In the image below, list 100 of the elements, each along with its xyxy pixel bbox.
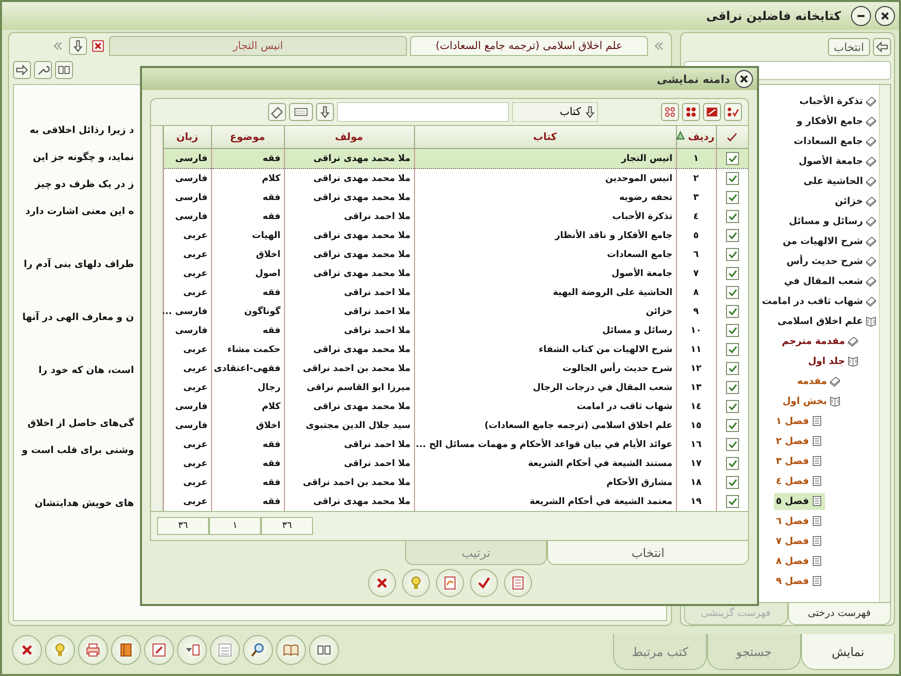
toolbar-button[interactable]: [144, 635, 174, 665]
down-button[interactable]: [316, 103, 334, 121]
table-row[interactable]: ١٥ علم اخلاق اسلامی (ترجمه جامع السعادات) سید جلال الدین مجتبوی اخلاق فارسی: [163, 416, 748, 435]
checkbox[interactable]: [726, 210, 739, 223]
checkbox[interactable]: [726, 362, 739, 375]
checkbox[interactable]: [726, 172, 739, 185]
tree-item[interactable]: فصل ٧: [774, 532, 825, 550]
forward-button[interactable]: [13, 61, 31, 79]
table-row[interactable]: ٤ تذکرة الأحباب ملا احمد نراقی فقه فارسی: [163, 207, 748, 226]
column-header[interactable]: ردیف: [676, 126, 716, 148]
columns-button[interactable]: [55, 61, 73, 79]
tree-item[interactable]: جامع الأفکار و: [794, 112, 879, 130]
checkbox[interactable]: [726, 191, 739, 204]
table-row[interactable]: ١٢ شرح حدیث رأس الجالوت ملا محمد بن احمد نراقی فقهی-اعتقادی عربی: [163, 359, 748, 378]
checkbox[interactable]: [726, 305, 739, 318]
checkbox[interactable]: [726, 324, 739, 337]
scrollbar[interactable]: [151, 126, 163, 511]
select-all-button[interactable]: [682, 103, 700, 121]
dialog-button[interactable]: [470, 569, 498, 597]
checkbox[interactable]: [726, 343, 739, 356]
clear-button[interactable]: [268, 103, 286, 121]
table-row[interactable]: ١٦ عوائد الأیام في بیان قواعد الأحکام و مهمات مسائل الح ... ملا احمد نراقی فقه عربی: [163, 435, 748, 454]
close-button[interactable]: [735, 70, 753, 88]
table-row[interactable]: ١٣ شعب المقال في درجات الرجال میرزا ابو القاسم نراقی رجال عربی: [163, 378, 748, 397]
close-button[interactable]: [875, 6, 895, 26]
tab[interactable]: فهرست درختی: [788, 603, 891, 625]
checkbox[interactable]: [726, 229, 739, 242]
tree-item[interactable]: جامع السعادات: [792, 132, 879, 150]
table-row[interactable]: ١٤ شهاب ثاقب در امامت ملا محمد مهدی نراقی کلام فارسی: [163, 397, 748, 416]
column-header[interactable]: [716, 126, 748, 148]
invert-button[interactable]: [703, 103, 721, 121]
tree-item[interactable]: علم اخلاق اسلامی: [775, 312, 879, 330]
toolbar-button[interactable]: [243, 635, 273, 665]
keyboard-button[interactable]: [289, 103, 313, 121]
toolbar-button[interactable]: [78, 635, 108, 665]
tab[interactable]: انیس التجار: [109, 36, 407, 56]
dialog-button[interactable]: [402, 569, 430, 597]
table-row[interactable]: ٦ جامع السعادات ملا محمد مهدی نراقی اخلاق عربی: [163, 245, 748, 264]
checkbox[interactable]: [726, 495, 739, 508]
tree-item[interactable]: رسائل و مسائل: [786, 212, 879, 230]
tree-item[interactable]: شرح حدیث رأس: [784, 252, 879, 270]
scrollbar[interactable]: [879, 85, 890, 602]
column-header[interactable]: زبان: [163, 126, 211, 148]
tree-item[interactable]: شرح الالهیات من: [780, 232, 879, 250]
column-header[interactable]: موضوع: [211, 126, 284, 148]
deselect-all-button[interactable]: [661, 103, 679, 121]
select-checked-button[interactable]: [724, 103, 742, 121]
table-row[interactable]: ٢ انیس الموحدین ملا محمد مهدی نراقی کلام فارسی: [163, 168, 748, 188]
tree-item[interactable]: مقدمه: [795, 372, 843, 390]
tree-item[interactable]: الحاشیة علی: [801, 172, 879, 190]
table-row[interactable]: ١ انیس التجار ملا محمد مهدی نراقی فقه فارسی: [163, 148, 748, 168]
search-field[interactable]: [337, 102, 509, 122]
tree-item[interactable]: فصل ٦: [774, 512, 825, 530]
table-row[interactable]: ١١ شرح الالهیات من کتاب الشفاء ملا محمد مهدی نراقی حکمت مشاء عربی: [163, 340, 748, 359]
tab[interactable]: انتخاب: [547, 541, 749, 565]
dialog-button[interactable]: [368, 569, 396, 597]
table-row[interactable]: ١٩ معتمد الشیعة في أحکام الشریعة ملا محمد مهدی نراقی فقه عربی: [163, 492, 748, 511]
checkbox[interactable]: [726, 400, 739, 413]
dialog-button[interactable]: [436, 569, 464, 597]
toolbar-button[interactable]: [111, 635, 141, 665]
settings-button[interactable]: [34, 61, 52, 79]
tree-item[interactable]: فصل ٨: [774, 552, 825, 570]
tab[interactable]: نمایش: [801, 634, 895, 670]
down-button[interactable]: [69, 37, 87, 55]
checkbox[interactable]: [726, 438, 739, 451]
table-row[interactable]: ٧ جامعة الأصول ملا محمد مهدی نراقی اصول عربی: [163, 264, 748, 283]
column-header[interactable]: مولف: [284, 126, 414, 148]
tree-item[interactable]: فصل ١: [774, 412, 825, 430]
tree-item[interactable]: بخش اول: [780, 392, 843, 410]
select-button[interactable]: انتخاب: [828, 38, 870, 56]
table-row[interactable]: ١٨ مشارق الأحکام ملا محمد بن احمد نراقی فقه عربی: [163, 473, 748, 492]
checkbox[interactable]: [726, 248, 739, 261]
toolbar-button[interactable]: [276, 635, 306, 665]
tree-item[interactable]: جامعة الأصول: [796, 152, 879, 170]
checkbox[interactable]: [726, 476, 739, 489]
tree-item[interactable]: خزائن: [832, 192, 879, 210]
tree-item[interactable]: فصل ٣: [774, 452, 825, 470]
checkbox[interactable]: [726, 457, 739, 470]
tree-item[interactable]: مقدمة مترجم: [780, 332, 861, 350]
toolbar-button[interactable]: [12, 635, 42, 665]
tree-item[interactable]: شعب المقال في: [782, 272, 879, 290]
toolbar-button[interactable]: [177, 635, 207, 665]
tab[interactable]: علم اخلاق اسلامی (ترجمه جامع السعادات): [410, 36, 648, 56]
tree-item[interactable]: تذکرة الأحباب: [797, 92, 879, 110]
table-row[interactable]: ١٠ رسائل و مسائل ملا احمد نراقی فقه فارسی: [163, 321, 748, 340]
field-dropdown[interactable]: کتاب: [512, 102, 598, 122]
tree-item[interactable]: فصل ٢: [774, 432, 825, 450]
minimize-button[interactable]: [851, 6, 871, 26]
dialog-button[interactable]: [504, 569, 532, 597]
checkbox[interactable]: [726, 419, 739, 432]
tree-item[interactable]: جلد اول: [806, 352, 861, 370]
checkbox[interactable]: [726, 381, 739, 394]
tree-item[interactable]: فصل ٩: [774, 572, 825, 590]
checkbox[interactable]: [726, 152, 739, 165]
column-header[interactable]: کتاب: [414, 126, 676, 148]
table-row[interactable]: ١٧ مستند الشیعة في أحکام الشریعة ملا احمد نراقی فقه عربی: [163, 454, 748, 473]
table-row[interactable]: ٨ الحاشیة علی الروضة البهیة ملا احمد نراقی فقه عربی: [163, 283, 748, 302]
checkbox[interactable]: [726, 286, 739, 299]
table-row[interactable]: ٥ جامع الأفکار و ناقد الأنظار ملا محمد مهدی نراقی الهیات عربی: [163, 226, 748, 245]
table-row[interactable]: ٣ تحفه رضویه ملا محمد مهدی نراقی فقه فارسی: [163, 188, 748, 207]
